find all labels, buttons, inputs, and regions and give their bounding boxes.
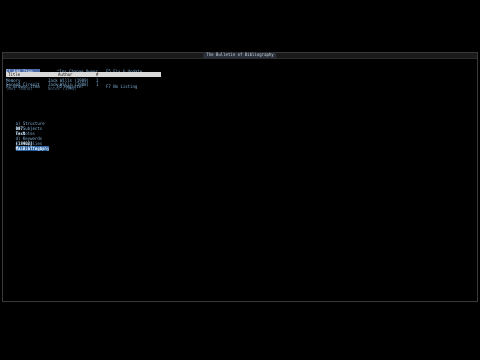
row-count: 1 bbox=[96, 82, 99, 87]
terminal-window: The Bulletin of Bibliography F1 Add Item… bbox=[2, 52, 478, 302]
trigger-value: Main effects bbox=[15, 146, 45, 151]
menu-item-no-listing[interactable]: F7 No Listing bbox=[106, 84, 142, 89]
table-header: Title Author # bbox=[6, 72, 161, 77]
window-title: The Bulletin of Bibliography bbox=[203, 52, 277, 58]
menu-column-3: F5 Fix & Update F7 No Listing bbox=[106, 59, 142, 99]
column-header-count[interactable]: # bbox=[96, 72, 98, 77]
column-header-title[interactable]: Title bbox=[8, 72, 20, 77]
table-row[interactable]: (Not found) Notes (1990) bbox=[6, 86, 77, 111]
row-author: Notes (1990) bbox=[48, 86, 77, 91]
row-title: (Not found) bbox=[6, 86, 33, 91]
trigger-label: Text bbox=[15, 131, 26, 136]
trigger-line[interactable]: 007 Text [18402] Main effects bbox=[6, 121, 45, 156]
column-header-author[interactable]: Author bbox=[58, 72, 72, 77]
